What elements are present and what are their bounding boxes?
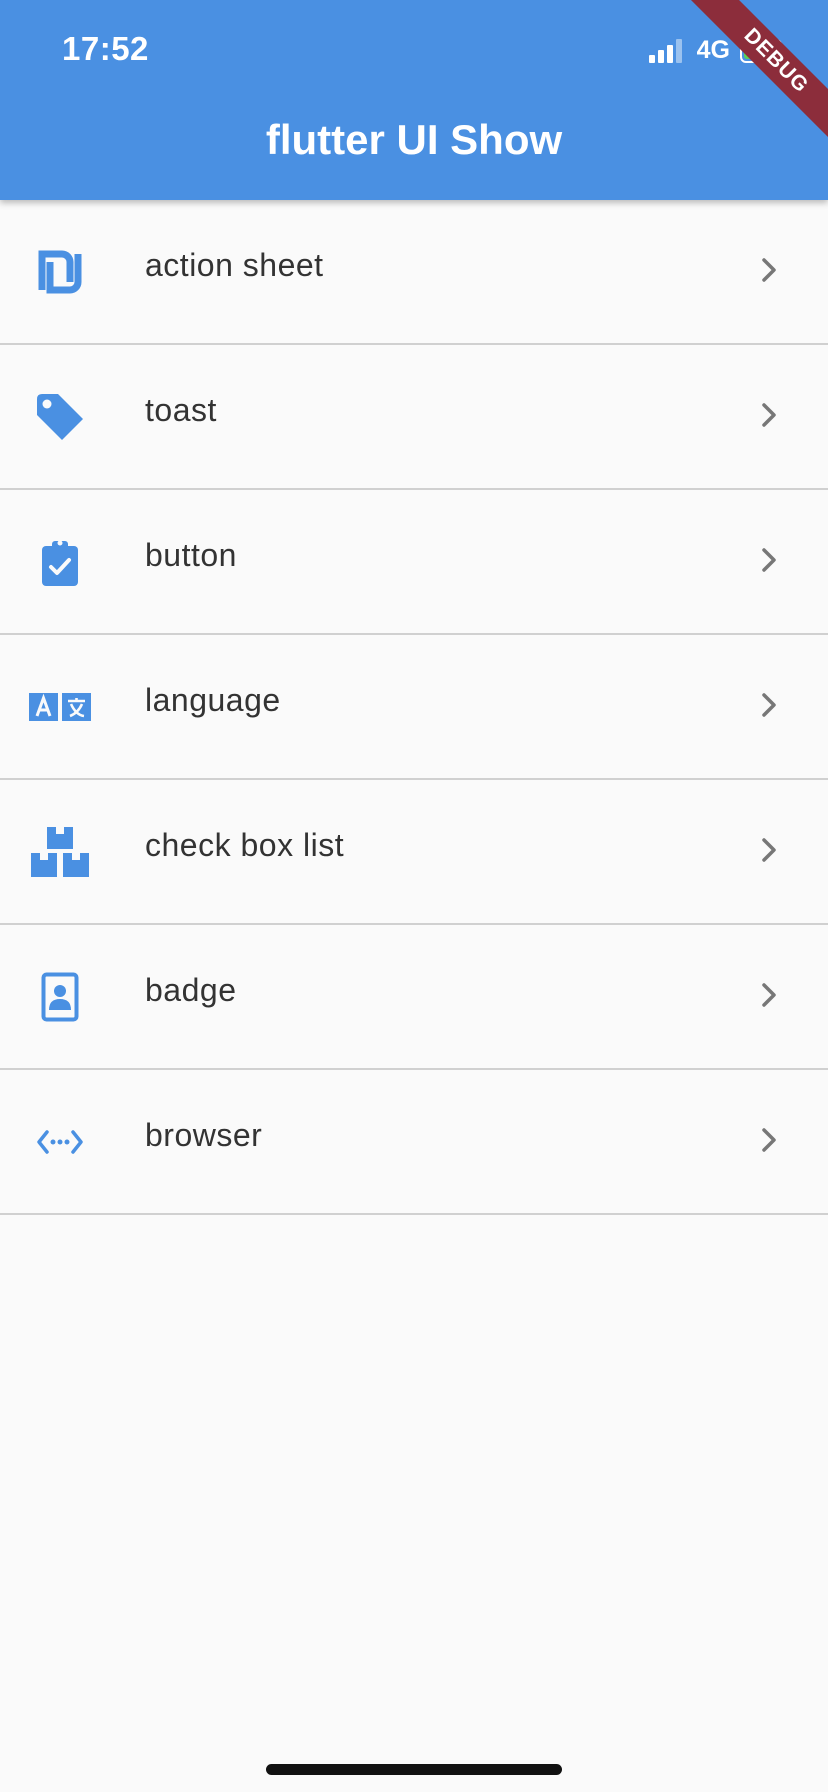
chevron-right-icon [762, 983, 776, 1007]
translate-icon [28, 679, 92, 735]
status-time: 17:52 [62, 30, 149, 67]
tag-icon [28, 389, 92, 445]
home-indicator[interactable] [266, 1764, 562, 1775]
code-dots-icon [28, 1114, 92, 1170]
list-item-label: language [145, 682, 281, 718]
shekel-icon [28, 244, 92, 300]
list-item-browser[interactable]: browser [0, 1070, 828, 1215]
list-item-toast[interactable]: toast [0, 345, 828, 490]
chevron-right-icon [762, 403, 776, 427]
chevron-right-icon [762, 1128, 776, 1152]
list-item-button[interactable]: button [0, 490, 828, 635]
signal-icon [648, 38, 682, 63]
chevron-right-icon [762, 838, 776, 862]
list-item-label: badge [145, 972, 237, 1008]
list-item-check-box-list[interactable]: check box list [0, 780, 828, 925]
list-item-label: browser [145, 1117, 263, 1153]
app-bar: 17:52 4G flutter UI Show DEBUG [0, 0, 828, 200]
chevron-right-icon [762, 548, 776, 572]
list-item-label: action sheet [145, 247, 324, 283]
boxes-icon [28, 824, 92, 880]
network-type: 4G [696, 36, 730, 64]
list-item-label: button [145, 537, 237, 573]
list-item-badge[interactable]: badge [0, 925, 828, 1070]
list-item-label: toast [145, 392, 217, 428]
list-item-label: check box list [145, 827, 345, 863]
id-badge-icon [28, 969, 92, 1025]
list-item-language[interactable]: language [0, 635, 828, 780]
clipboard-check-icon [28, 534, 92, 590]
chevron-right-icon [762, 258, 776, 282]
menu-list: action sheet toast button language check… [0, 200, 828, 1215]
chevron-right-icon [762, 693, 776, 717]
list-item-action-sheet[interactable]: action sheet [0, 200, 828, 345]
page-title: flutter UI Show [265, 116, 563, 163]
